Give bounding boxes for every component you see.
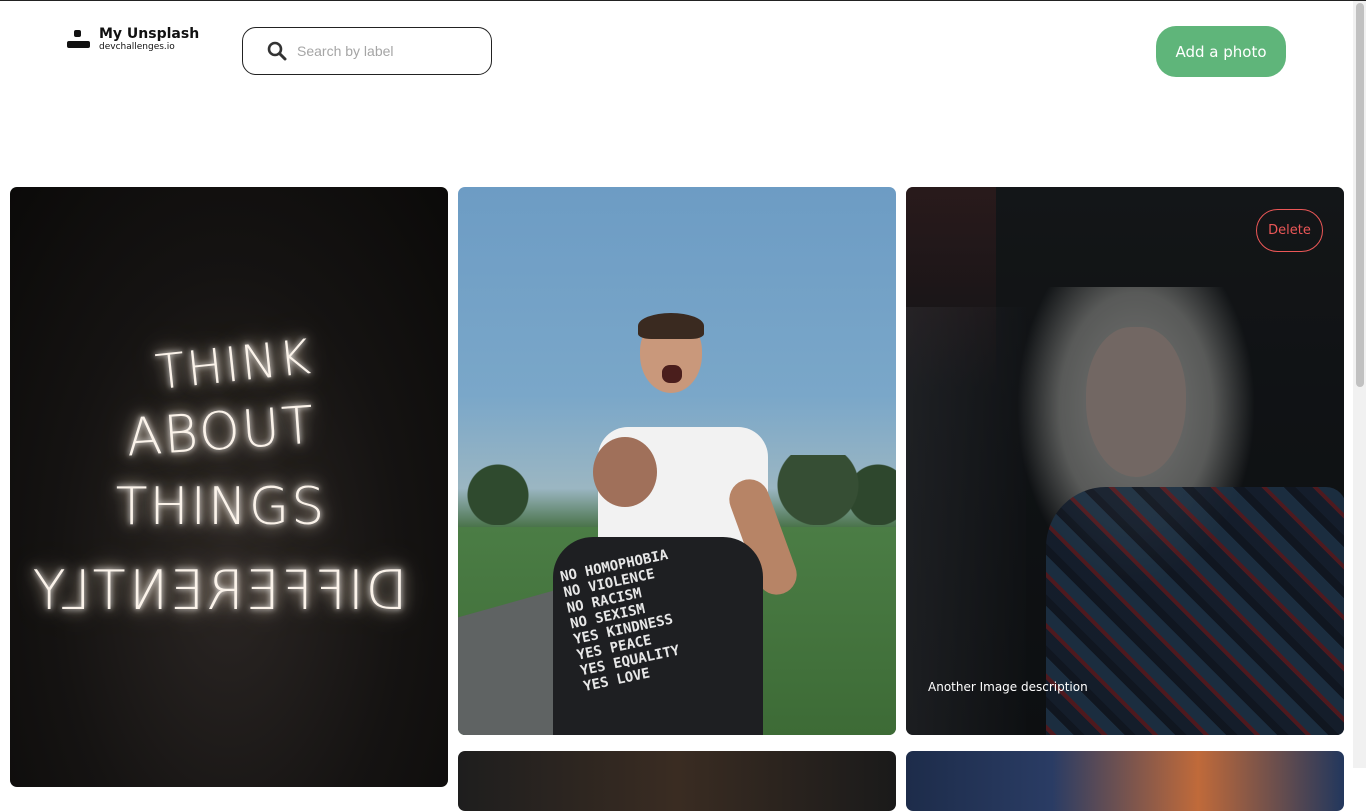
add-photo-button[interactable]: Add a photo bbox=[1156, 26, 1286, 77]
brand-logo[interactable]: My Unsplash devchallenges.io bbox=[66, 26, 199, 53]
photo-card[interactable] bbox=[906, 751, 1344, 811]
photo-card[interactable] bbox=[458, 751, 896, 811]
logo-icon bbox=[66, 26, 92, 50]
photo-card-neon[interactable]: THINK ABOUT THINGS DIFFERENTLY bbox=[10, 187, 448, 787]
brand-title: My Unsplash bbox=[99, 26, 200, 42]
search-input[interactable] bbox=[297, 43, 477, 59]
scene-person-back: NO HOMOPHOBIA NO VIOLENCE NO RACISM NO S… bbox=[553, 437, 803, 735]
brand-subtitle: devchallenges.io bbox=[99, 42, 175, 52]
photo-card-portrait[interactable]: Delete Another Image description bbox=[906, 187, 1344, 735]
scrollbar-thumb[interactable] bbox=[1356, 3, 1364, 387]
brand-text: My Unsplash devchallenges.io bbox=[99, 26, 199, 53]
search-icon bbox=[267, 41, 287, 61]
delete-button[interactable]: Delete bbox=[1256, 209, 1323, 252]
window-top-border bbox=[0, 0, 1366, 1]
photo-caption: Another Image description bbox=[928, 680, 1088, 694]
hover-overlay bbox=[906, 187, 1344, 735]
neon-line: DIFFERENTLY bbox=[30, 559, 408, 622]
photo-card-couple[interactable]: NO HOMOPHOBIA NO VIOLENCE NO RACISM NO S… bbox=[458, 187, 896, 735]
search-box[interactable] bbox=[242, 27, 492, 75]
neon-line: THINGS bbox=[115, 477, 327, 537]
